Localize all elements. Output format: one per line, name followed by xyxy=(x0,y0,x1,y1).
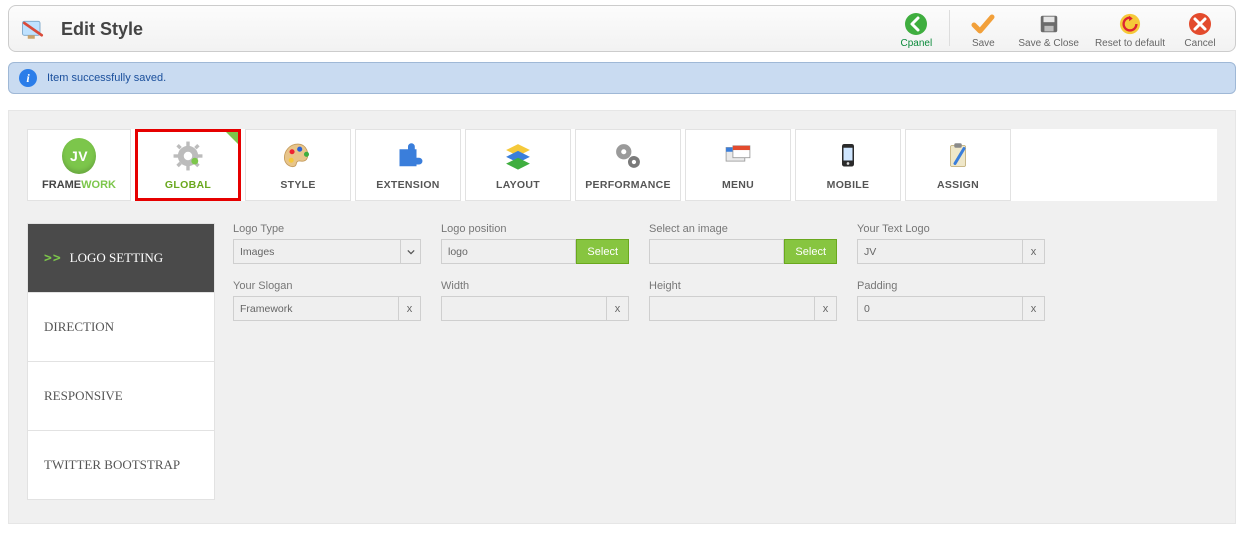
save-close-button[interactable]: Save & Close xyxy=(1012,10,1085,49)
tab-style[interactable]: STYLE xyxy=(245,129,351,201)
cpanel-button[interactable]: Cpanel xyxy=(891,10,941,49)
refresh-icon xyxy=(1118,12,1142,36)
tab-framework-label: FRAMEWORK xyxy=(42,179,116,191)
tab-assign[interactable]: ASSIGN xyxy=(905,129,1011,201)
text-logo-clear-button[interactable]: x xyxy=(1023,239,1045,264)
separator xyxy=(949,10,950,46)
logo-type-dropdown[interactable]: Images xyxy=(233,239,421,264)
sidebar-item-direction[interactable]: DIRECTION xyxy=(27,292,215,362)
slogan-clear-button[interactable]: x xyxy=(399,296,421,321)
page-title: Edit Style xyxy=(61,19,143,40)
tab-extension[interactable]: EXTENSION xyxy=(355,129,461,201)
tabs-row: JV FRAMEWORK GLOBAL STYLE EXTENSION xyxy=(27,129,1217,201)
sidebar-item-responsive[interactable]: RESPONSIVE xyxy=(27,361,215,431)
width-input[interactable] xyxy=(441,296,607,321)
tab-global[interactable]: GLOBAL xyxy=(135,129,241,201)
mobile-icon xyxy=(831,139,865,173)
field-padding: Padding 0 x xyxy=(857,280,1045,321)
field-width: Width x xyxy=(441,280,629,321)
info-icon: i xyxy=(19,69,37,87)
select-image-input[interactable] xyxy=(649,239,784,264)
clipboard-icon xyxy=(941,139,975,173)
main-panel: JV FRAMEWORK GLOBAL STYLE EXTENSION xyxy=(8,110,1236,524)
tab-layout[interactable]: LAYOUT xyxy=(465,129,571,201)
jv-logo-icon: JV xyxy=(62,139,96,173)
gear-icon xyxy=(171,139,205,173)
back-arrow-icon xyxy=(904,12,928,36)
select-image-select-button[interactable]: Select xyxy=(784,239,837,264)
field-select-image: Select an image Select xyxy=(649,223,837,264)
reset-button[interactable]: Reset to default xyxy=(1089,10,1171,49)
toolbar: Edit Style Cpanel Save Save & Close Re xyxy=(8,5,1236,52)
padding-input[interactable]: 0 xyxy=(857,296,1023,321)
height-clear-button[interactable]: x xyxy=(815,296,837,321)
disk-icon xyxy=(1037,12,1061,36)
save-button[interactable]: Save xyxy=(958,10,1008,49)
slogan-input[interactable]: Framework xyxy=(233,296,399,321)
tab-mobile[interactable]: MOBILE xyxy=(795,129,901,201)
tab-framework[interactable]: JV FRAMEWORK xyxy=(27,129,131,201)
info-message: Item successfully saved. xyxy=(47,72,166,84)
height-input[interactable] xyxy=(649,296,815,321)
logo-position-input[interactable]: logo xyxy=(441,239,576,264)
sidebar-item-twitter-bootstrap[interactable]: TWITTER BOOTSTRAP xyxy=(27,430,215,500)
edit-style-icon xyxy=(19,16,47,44)
width-clear-button[interactable]: x xyxy=(607,296,629,321)
field-text-logo: Your Text Logo JV x xyxy=(857,223,1045,264)
chevron-down-icon[interactable] xyxy=(401,239,421,264)
field-slogan: Your Slogan Framework x xyxy=(233,280,421,321)
logo-position-select-button[interactable]: Select xyxy=(576,239,629,264)
settings-sidebar: LOGO SETTING DIRECTION RESPONSIVE TWITTE… xyxy=(27,223,215,499)
field-logo-type: Logo Type Images xyxy=(233,223,421,264)
tab-performance[interactable]: PERFORMANCE xyxy=(575,129,681,201)
sidebar-item-logo-setting[interactable]: LOGO SETTING xyxy=(27,223,215,293)
palette-icon xyxy=(281,139,315,173)
window-icon xyxy=(721,139,755,173)
text-logo-input[interactable]: JV xyxy=(857,239,1023,264)
field-height: Height x xyxy=(649,280,837,321)
close-icon xyxy=(1188,12,1212,36)
field-logo-position: Logo position logo Select xyxy=(441,223,629,264)
gears-icon xyxy=(611,139,645,173)
form-area: Logo Type Images Logo position logo Sele… xyxy=(233,223,1217,499)
puzzle-icon xyxy=(391,139,425,173)
cancel-button[interactable]: Cancel xyxy=(1175,10,1225,49)
info-banner: i Item successfully saved. xyxy=(8,62,1236,94)
layers-icon xyxy=(501,139,535,173)
tab-menu[interactable]: MENU xyxy=(685,129,791,201)
checkmark-icon xyxy=(971,12,995,36)
padding-clear-button[interactable]: x xyxy=(1023,296,1045,321)
